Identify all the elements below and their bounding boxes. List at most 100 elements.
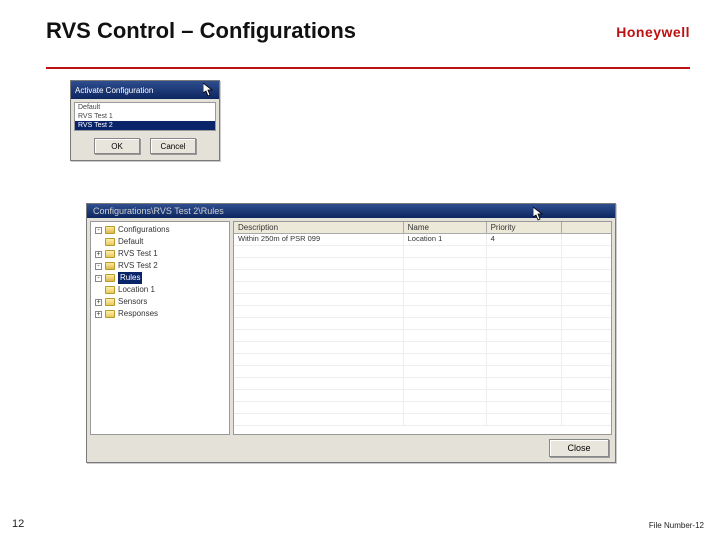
folder-icon [105,238,115,246]
table-row[interactable]: Within 250m of PSR 099Location 14 [234,234,611,246]
table-row [234,270,611,282]
table-row [234,366,611,378]
tree-node[interactable]: Location 1 [91,284,229,296]
table-cell [404,258,487,269]
tree-node-label: Sensors [118,296,147,308]
table-row [234,282,611,294]
tree-node[interactable]: + Responses [91,308,229,320]
table-cell [404,294,487,305]
file-number: File Number-12 [649,521,704,530]
folder-icon [105,226,115,234]
table-cell [404,354,487,365]
tree-node-label: RVS Test 1 [118,248,158,260]
table-cell [404,342,487,353]
table-cell [404,378,487,389]
tree-node[interactable]: + RVS Test 1 [91,248,229,260]
table-cell [487,306,562,317]
config-list-item[interactable]: RVS Test 1 [75,112,215,121]
table-row [234,294,611,306]
table-row [234,342,611,354]
config-list-item[interactable]: RVS Test 2 [75,121,215,130]
table-cell [487,294,562,305]
dialog-titlebar: Activate Configuration [71,81,219,99]
table-cell [487,330,562,341]
close-button[interactable]: Close [549,439,609,457]
table-cell [404,330,487,341]
table-cell [404,414,487,425]
dialog-title: Activate Configuration [75,86,153,95]
table-cell [487,282,562,293]
folder-icon [105,310,115,318]
table-row [234,378,611,390]
tree-node-label: Location 1 [118,284,155,296]
table-cell [234,270,404,281]
folder-icon [105,262,115,270]
expand-icon[interactable]: + [95,311,102,318]
column-header-name[interactable]: Name [404,222,487,233]
config-listbox[interactable]: DefaultRVS Test 1RVS Test 2 [74,102,216,131]
window-titlebar: Configurations\RVS Test 2\Rules [87,204,615,218]
table-cell: 4 [487,234,562,245]
table-cell [404,282,487,293]
tree-node[interactable]: - RVS Test 2 [91,260,229,272]
column-header-description[interactable]: Description [234,222,404,233]
table-cell: Location 1 [404,234,487,245]
table-cell [234,294,404,305]
tree-node[interactable]: -Rules [91,272,229,284]
expand-icon[interactable]: + [95,299,102,306]
rules-grid[interactable]: Description Name Priority Within 250m of… [233,221,612,435]
table-cell [234,282,404,293]
folder-icon [105,250,115,258]
table-cell [487,390,562,401]
collapse-icon[interactable]: - [95,275,102,282]
table-cell [404,306,487,317]
tree-node-label: Responses [118,308,158,320]
collapse-icon[interactable]: - [95,263,102,270]
table-cell [234,330,404,341]
table-cell [404,402,487,413]
table-cell [487,246,562,257]
cursor-icon [203,83,215,97]
config-list-item[interactable]: Default [75,103,215,112]
page-title: RVS Control – Configurations [46,18,356,44]
table-cell [487,258,562,269]
tree-node-label: Configurations [118,224,170,236]
table-cell [487,318,562,329]
table-cell [487,402,562,413]
config-tree[interactable]: - ConfigurationsDefault + RVS Test 1 - RVS Te… [90,221,230,435]
folder-icon [105,286,115,294]
table-cell [404,246,487,257]
table-cell [234,246,404,257]
table-cell [234,318,404,329]
expand-icon[interactable]: + [95,251,102,258]
table-cell [404,318,487,329]
table-cell [234,402,404,413]
table-row [234,414,611,426]
table-cell [404,390,487,401]
table-cell [234,378,404,389]
tree-node-label: RVS Test 2 [118,260,158,272]
rules-window: Configurations\RVS Test 2\Rules - Configu… [86,203,616,463]
divider [46,67,690,69]
table-cell [404,270,487,281]
cancel-button[interactable]: Cancel [150,138,196,154]
table-cell [234,414,404,425]
collapse-icon[interactable]: - [95,227,102,234]
table-cell [487,354,562,365]
activate-config-dialog: Activate Configuration DefaultRVS Test 1… [70,80,220,161]
column-header-priority[interactable]: Priority [487,222,562,233]
tree-node[interactable]: Default [91,236,229,248]
tree-node-label: Default [118,236,143,248]
table-cell: Within 250m of PSR 099 [234,234,404,245]
table-cell [487,366,562,377]
ok-button[interactable]: OK [94,138,140,154]
table-cell [234,306,404,317]
grid-header: Description Name Priority [234,222,611,234]
tree-node[interactable]: + Sensors [91,296,229,308]
table-cell [234,354,404,365]
table-row [234,258,611,270]
table-cell [487,342,562,353]
folder-icon [105,298,115,306]
table-cell [487,414,562,425]
tree-node[interactable]: - Configurations [91,224,229,236]
